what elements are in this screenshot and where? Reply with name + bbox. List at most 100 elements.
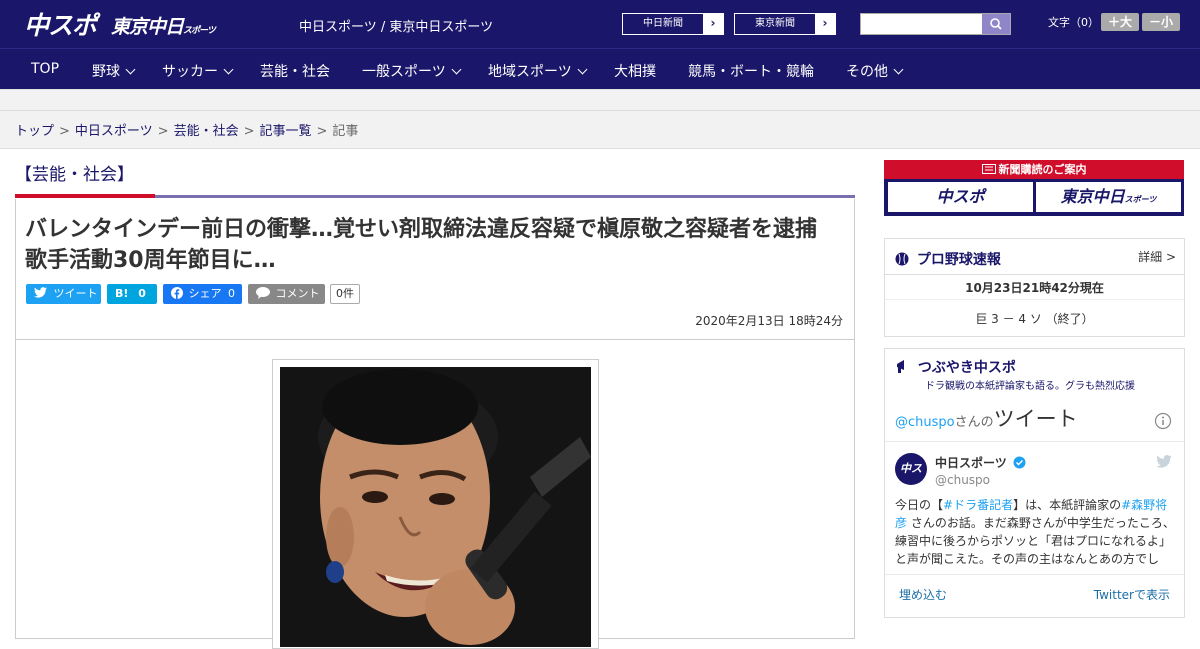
nav-item-entertainment[interactable]: 芸能・社会 <box>260 61 330 81</box>
subscription-banner[interactable]: 新聞購読のご案内 中スポ 東京中日スポーツ <box>884 160 1184 216</box>
site-links-separator: / <box>376 20 390 35</box>
facebook-icon <box>171 287 183 299</box>
nav-item-label: その他 <box>846 64 888 80</box>
article-photo[interactable] <box>280 367 591 647</box>
chuspo-logo[interactable]: 中スポ <box>24 6 97 42</box>
hatena-bookmark-button[interactable]: B! 0 <box>107 284 157 304</box>
divider <box>885 441 1184 442</box>
comment-button[interactable]: コメント <box>248 284 325 304</box>
facebook-count: 0 <box>228 287 235 300</box>
font-bigger-button[interactable]: ＋大 <box>1101 13 1139 31</box>
view-on-twitter-link[interactable]: Twitterで表示 <box>1094 586 1170 603</box>
article-title-line1: バレンタインデー前日の衝撃…覚せい剤取締法違反容疑で槇原敬之容疑者を逮捕 <box>25 217 818 242</box>
nav-item-soccer[interactable]: サッカー <box>162 61 234 81</box>
nav-item-local-sports[interactable]: 地域スポーツ <box>488 61 588 81</box>
link-chunichi-sports[interactable]: 中日スポーツ <box>299 20 377 35</box>
site-links: 中日スポーツ / 東京中日スポーツ <box>299 16 493 35</box>
chunichi-shimbun-label: 中日新聞 <box>643 18 683 29</box>
facebook-label: シェア <box>188 287 222 300</box>
subscription-title-text: 新聞購読のご案内 <box>998 163 1087 176</box>
subscription-title: 新聞購読のご案内 <box>884 160 1184 179</box>
category-rule <box>155 195 855 198</box>
speech-bubble-icon <box>256 287 270 299</box>
tsubuyaki-widget: つぶやき中スポ ドラ観戦の本紙評論家も語る。グラも熱烈応援 @chuspo さんの… <box>884 348 1185 618</box>
comment-label: コメント <box>275 287 320 300</box>
subscribe-tokyo-chunichi-text: 東京中日 <box>1060 187 1125 206</box>
nav-item-baseball[interactable]: 野球 <box>92 61 136 81</box>
chuspo-avatar[interactable]: 中ス <box>895 453 927 485</box>
tsubuyaki-header: つぶやき中スポ <box>895 357 1016 377</box>
twitter-bird-icon <box>34 287 47 298</box>
chevron-right-icon: › <box>815 14 835 34</box>
link-tokyo-chunichi-sports[interactable]: 東京中日スポーツ <box>389 20 493 35</box>
divider <box>885 299 1184 300</box>
subscribe-tokyo-chunichi-small: スポーツ <box>1124 195 1157 204</box>
font-smaller-button[interactable]: －小 <box>1142 13 1180 31</box>
tweet-user-name-text: 中日スポーツ <box>935 456 1007 470</box>
tokyo-shimbun-button[interactable]: 東京新聞 › <box>734 13 836 35</box>
nav-item-label: 一般スポーツ <box>362 64 446 80</box>
hatena-count: 0 <box>138 287 146 300</box>
breadcrumb-top[interactable]: トップ <box>15 124 54 139</box>
nav-item-label: TOP <box>31 61 60 77</box>
nav-item-label: 野球 <box>92 64 120 80</box>
tweet-screen-name[interactable]: @chuspo <box>935 473 990 487</box>
baseball-score[interactable]: 巨 3 － 4 ソ （終了） <box>885 310 1184 327</box>
hatena-icon: B! <box>115 287 129 300</box>
embed-link[interactable]: 埋め込む <box>899 586 947 603</box>
tokyo-shimbun-label: 東京新聞 <box>755 18 795 29</box>
tweet-button[interactable]: ツイート <box>26 284 101 304</box>
chevron-down-icon <box>577 64 588 75</box>
baseball-icon <box>895 252 909 266</box>
hashtag-link[interactable]: #ドラ番記者 <box>943 498 1013 512</box>
breadcrumb-article-list[interactable]: 記事一覧 <box>260 124 312 139</box>
verified-badge-icon <box>1013 456 1026 469</box>
facebook-share-button[interactable]: シェア 0 <box>163 284 242 304</box>
twitter-bird-icon <box>1156 455 1172 468</box>
nav-item-label: 地域スポーツ <box>488 64 572 80</box>
breadcrumb-chunichi-sports[interactable]: 中日スポーツ <box>75 124 153 139</box>
tweet-label: ツイート <box>53 287 98 300</box>
category-underline <box>15 194 155 198</box>
nav-item-other[interactable]: その他 <box>846 61 904 81</box>
info-icon[interactable] <box>1154 412 1172 430</box>
subscribe-chuspo-button[interactable]: 中スポ <box>888 182 1033 212</box>
nav-item-general-sports[interactable]: 一般スポーツ <box>362 61 462 81</box>
divider <box>0 110 1200 111</box>
nav-item-label: 競馬・ボート・競輪 <box>688 64 814 80</box>
chevron-down-icon <box>125 64 136 75</box>
tokyo-chunichi-logo-small: スポーツ <box>183 26 216 36</box>
tokyo-chunichi-logo[interactable]: 東京中日スポーツ <box>111 12 216 39</box>
megaphone-icon <box>897 360 904 373</box>
nav-item-sumo[interactable]: 大相撲 <box>614 61 656 81</box>
site-header: 中スポ 東京中日スポーツ 中日スポーツ / 東京中日スポーツ 中日新聞 › 東京… <box>0 0 1200 48</box>
divider <box>885 574 1184 575</box>
comment-count-badge: 0件 <box>330 284 360 304</box>
search-input[interactable] <box>861 14 983 34</box>
twitter-handle-link[interactable]: @chuspo <box>895 415 955 430</box>
baseball-title: プロ野球速報 <box>916 252 1001 268</box>
nav-item-label: 大相撲 <box>614 64 656 80</box>
breadcrumb-entertainment[interactable]: 芸能・社会 <box>174 124 239 139</box>
tweet-text-part: 】は、本紙評論家の <box>1013 498 1122 512</box>
baseball-header: プロ野球速報 <box>895 249 1001 269</box>
tweet-text-part: さんのお話。まだ森野さんが中学生だったころ、練習中に後ろからポソッと「君はプロに… <box>895 516 1175 566</box>
search-box <box>860 13 1011 35</box>
singer-photo-illustration <box>280 367 591 647</box>
article-photo-frame <box>272 359 599 649</box>
nav-item-keiba[interactable]: 競馬・ボート・競輪 <box>688 61 814 81</box>
nav-item-top[interactable]: TOP <box>31 61 59 77</box>
tweet-text: 今日の【#ドラ番記者】は、本紙評論家の#森野将彦 さんのお話。まだ森野さんが中学… <box>895 496 1177 568</box>
subscribe-tokyo-chunichi-button[interactable]: 東京中日スポーツ <box>1036 182 1181 212</box>
baseball-detail-link[interactable]: 詳細 > <box>1138 248 1176 265</box>
search-icon <box>990 18 1002 30</box>
newspaper-icon <box>981 164 996 174</box>
breadcrumb-separator: > <box>59 124 70 139</box>
chunichi-shimbun-button[interactable]: 中日新聞 › <box>622 13 724 35</box>
breadcrumb-current: 記事 <box>332 124 359 139</box>
nav-item-label: サッカー <box>162 64 218 80</box>
tsubuyaki-subtitle: ドラ観戦の本紙評論家も語る。グラも熱烈応援 <box>925 381 1135 392</box>
search-button[interactable] <box>982 14 1010 34</box>
tsubuyaki-title: つぶやき中スポ <box>917 360 1016 376</box>
tweet-user-name[interactable]: 中日スポーツ <box>935 454 1026 471</box>
